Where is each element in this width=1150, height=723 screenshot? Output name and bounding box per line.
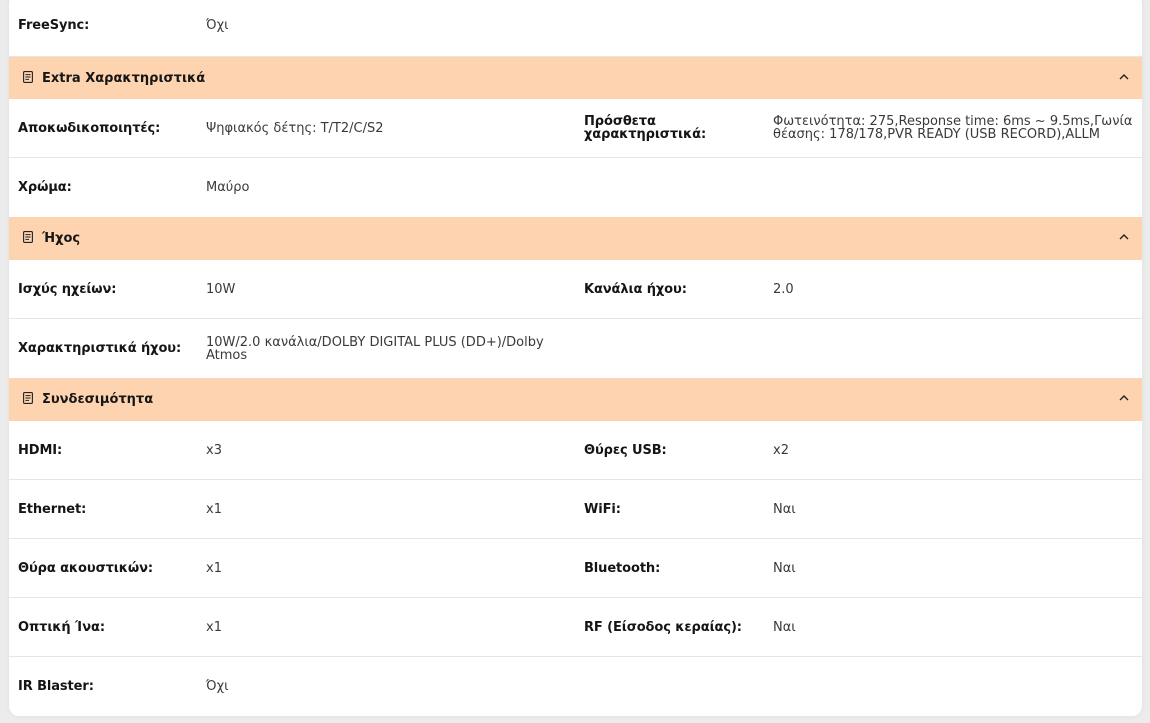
- spec-row: Χαρακτηριστικά ήχου: 10W/2.0 κανάλια/DOL…: [9, 319, 1142, 378]
- spec-label: Ισχύς ηχείων:: [18, 281, 117, 297]
- spec-value: 10W/2.0 κανάλια/DOLBY DIGITAL PLUS (DD+)…: [206, 334, 544, 363]
- spec-value: Ναι: [773, 501, 796, 517]
- spec-label: Θύρες USB:: [584, 442, 667, 458]
- document-icon: [23, 231, 33, 243]
- spec-label: Bluetooth:: [584, 560, 661, 576]
- spec-value: x1: [206, 560, 222, 576]
- spec-label: Ethernet:: [18, 501, 87, 517]
- spec-label: Θύρα ακουστικών:: [18, 560, 153, 576]
- spec-label: IR Blaster:: [18, 679, 94, 694]
- chevron-up-icon[interactable]: [1118, 232, 1130, 242]
- spec-label: Αποκωδικοποιητές:: [18, 120, 161, 136]
- spec-row: Ισχύς ηχείων: 10W Κανάλια ήχου: 2.0: [9, 260, 1142, 319]
- spec-value: x1: [206, 619, 222, 635]
- spec-label: RF (Είσοδος κεραίας):: [584, 619, 742, 635]
- spec-value: Ναι: [773, 619, 796, 635]
- spec-label: WiFi:: [584, 501, 621, 517]
- spec-row: Ethernet: x1 WiFi: Ναι: [9, 480, 1142, 539]
- spec-value: x3: [206, 442, 222, 458]
- section-title: Συνδεσιμότητα: [42, 391, 154, 407]
- section-header-connectivity[interactable]: Συνδεσιμότητα: [9, 378, 1142, 421]
- spec-value: x1: [206, 501, 222, 517]
- spec-label: FreeSync:: [18, 17, 90, 33]
- spec-row: Θύρα ακουστικών: x1 Bluetooth: Ναι: [9, 539, 1142, 598]
- chevron-up-icon[interactable]: [1118, 72, 1130, 82]
- spec-value: 2.0: [773, 281, 794, 297]
- document-icon: [23, 71, 33, 83]
- spec-value: x2: [773, 442, 789, 458]
- spec-row-freesync: FreeSync: Όχι: [9, 0, 1142, 57]
- spec-row: Αποκωδικοποιητές: Ψηφιακός δέτης: T/T2/C…: [9, 99, 1142, 158]
- spec-row: HDMI: x3 Θύρες USB: x2: [9, 421, 1142, 480]
- spec-label: Πρόσθετα χαρακτηριστικά:: [584, 114, 707, 142]
- specifications-card: FreeSync: Όχι Extra Χαρακτηριστικά Αποκω…: [9, 0, 1142, 716]
- spec-value: Όχι: [206, 679, 229, 694]
- section-title: Extra Χαρακτηριστικά: [42, 70, 206, 86]
- spec-row: IR Blaster: Όχι: [9, 657, 1142, 716]
- spec-value: Ναι: [773, 560, 796, 576]
- spec-value: Μαύρο: [206, 180, 250, 195]
- spec-value: 10W: [206, 281, 236, 297]
- spec-value: Ψηφιακός δέτης: T/T2/C/S2: [206, 120, 384, 136]
- spec-row: Χρώμα: Μαύρο: [9, 158, 1142, 217]
- spec-label: Χαρακτηριστικά ήχου:: [18, 341, 182, 356]
- section-header-extra-features[interactable]: Extra Χαρακτηριστικά: [9, 57, 1142, 99]
- spec-label: Κανάλια ήχου:: [584, 281, 687, 297]
- document-icon: [23, 392, 33, 404]
- section-header-sound[interactable]: Ήχος: [9, 217, 1142, 260]
- chevron-up-icon[interactable]: [1118, 393, 1130, 403]
- spec-value: Φωτεινότητα: 275,Response time: 6ms ~ 9.…: [773, 114, 1133, 142]
- spec-label: Οπτική Ίνα:: [18, 619, 105, 635]
- spec-row: Οπτική Ίνα: x1 RF (Είσοδος κεραίας): Ναι: [9, 598, 1142, 657]
- section-title: Ήχος: [42, 230, 81, 246]
- spec-value: Όχι: [206, 17, 229, 33]
- spec-label: Χρώμα:: [18, 180, 72, 195]
- spec-label: HDMI:: [18, 442, 63, 458]
